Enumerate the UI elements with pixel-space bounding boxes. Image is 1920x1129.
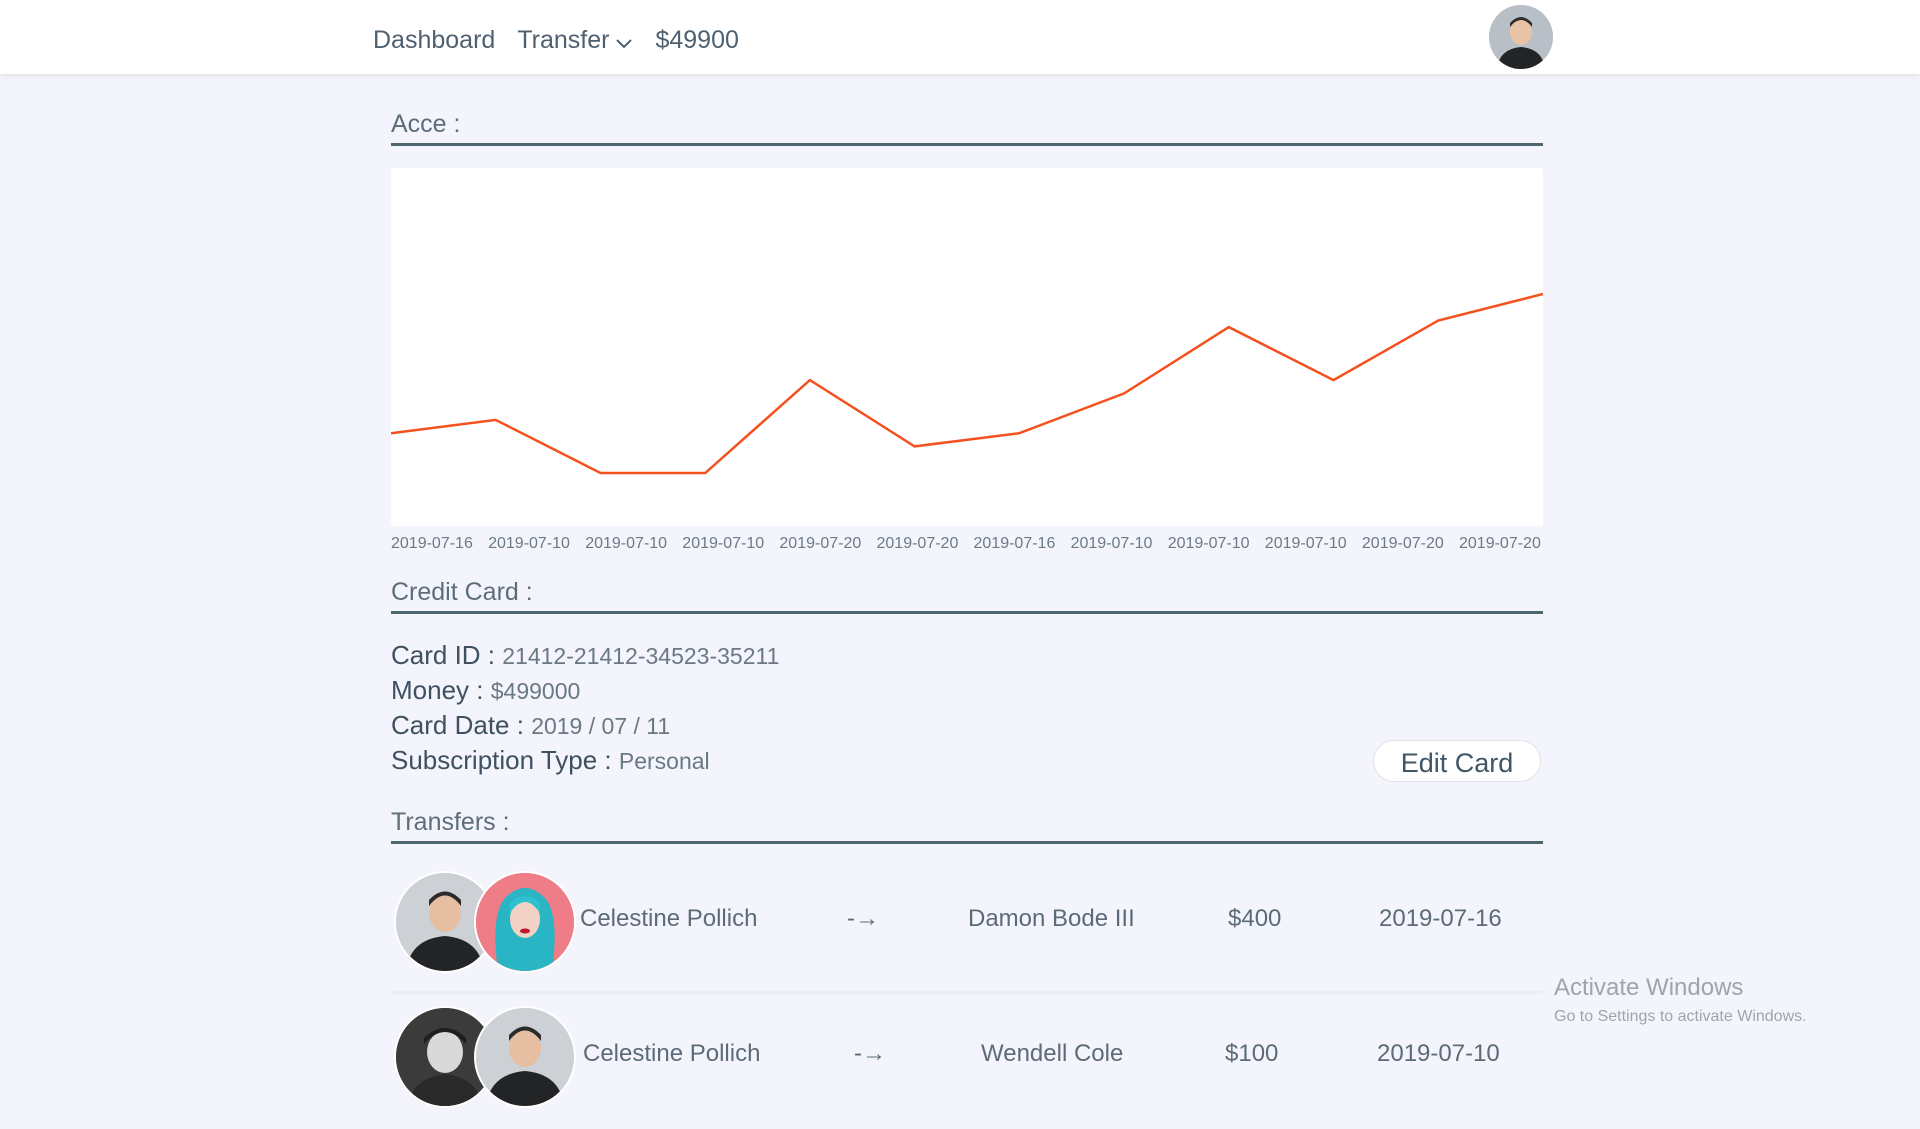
- recipient-avatar: [474, 871, 576, 973]
- transfer-amount: $400: [1228, 905, 1281, 933]
- x-tick-label: 2019-07-10: [682, 535, 764, 553]
- top-navbar: Dashboard Transfer $49900: [0, 0, 1920, 74]
- nav-transfer-label: Transfer: [517, 26, 609, 54]
- transfer-row[interactable]: Celestine Pollich -→ Damon Bode III $400…: [391, 860, 1543, 994]
- card-money-value: $499000: [491, 678, 581, 704]
- account-section-title: Acce :: [391, 110, 1543, 146]
- transfer-from: Celestine Pollich: [580, 905, 757, 933]
- credit-card-section: Credit Card :: [391, 578, 1543, 614]
- card-date-row: Card Date : 2019 / 07 / 11: [391, 708, 779, 743]
- x-tick-label: 2019-07-10: [1071, 535, 1153, 553]
- row-divider: [391, 991, 1543, 994]
- line-chart-svg: [391, 168, 1543, 526]
- card-subscription-label: Subscription Type :: [391, 745, 612, 775]
- card-subscription-row: Subscription Type : Personal: [391, 743, 779, 778]
- x-tick-label: 2019-07-10: [1265, 535, 1347, 553]
- card-subscription-value: Personal: [619, 748, 710, 774]
- card-id-label: Card ID :: [391, 640, 495, 670]
- account-chart: [391, 168, 1543, 526]
- chart-x-axis-labels: 2019-07-16 2019-07-10 2019-07-10 2019-07-10…: [391, 535, 1543, 555]
- transfers-section-title: Transfers :: [391, 808, 1543, 844]
- card-money-label: Money :: [391, 675, 484, 705]
- x-tick-label: 2019-07-16: [974, 535, 1056, 553]
- nav-balance: $49900: [655, 26, 738, 55]
- transfer-arrow-icon: -→: [854, 1040, 886, 1068]
- recipient-avatar: [474, 1006, 576, 1108]
- card-date-value: 2019 / 07 / 11: [531, 713, 670, 739]
- chevron-down-icon: [615, 27, 633, 56]
- user-avatar[interactable]: [1489, 5, 1553, 69]
- card-details: Card ID : 21412-21412-34523-35211 Money …: [391, 638, 779, 778]
- edit-card-button[interactable]: Edit Card: [1373, 740, 1541, 782]
- transfer-from: Celestine Pollich: [583, 1040, 760, 1068]
- nav-transfer-dropdown[interactable]: Transfer: [517, 26, 633, 56]
- transfer-to: Wendell Cole: [981, 1040, 1123, 1068]
- card-money-row: Money : $499000: [391, 673, 779, 708]
- x-tick-label: 2019-07-20: [1459, 535, 1541, 553]
- transfer-date: 2019-07-10: [1377, 1040, 1500, 1068]
- x-tick-label: 2019-07-20: [1362, 535, 1444, 553]
- x-tick-label: 2019-07-10: [585, 535, 667, 553]
- transfer-arrow-icon: -→: [847, 905, 879, 933]
- transfer-amount: $100: [1225, 1040, 1278, 1068]
- transfers-section: Transfers :: [391, 808, 1543, 844]
- x-tick-label: 2019-07-10: [1168, 535, 1250, 553]
- card-id-row: Card ID : 21412-21412-34523-35211: [391, 638, 779, 673]
- card-date-label: Card Date :: [391, 710, 524, 740]
- x-tick-label: 2019-07-10: [488, 535, 570, 553]
- activate-windows-watermark: Activate Windows Go to Settings to activ…: [1554, 974, 1807, 1026]
- transfer-date: 2019-07-16: [1379, 905, 1502, 933]
- chart-series-line: [391, 294, 1543, 473]
- x-tick-label: 2019-07-16: [391, 535, 473, 553]
- transfer-to: Damon Bode III: [968, 905, 1135, 933]
- watermark-subtitle: Go to Settings to activate Windows.: [1554, 1008, 1807, 1026]
- account-section: Acce :: [391, 110, 1543, 146]
- nav-dashboard-link[interactable]: Dashboard: [373, 26, 495, 55]
- watermark-title: Activate Windows: [1554, 974, 1807, 1002]
- transfer-row[interactable]: Celestine Pollich -→ Wendell Cole $100 2…: [391, 995, 1543, 1129]
- x-tick-label: 2019-07-20: [877, 535, 959, 553]
- x-tick-label: 2019-07-20: [779, 535, 861, 553]
- credit-card-section-title: Credit Card :: [391, 578, 1543, 614]
- main-nav: Dashboard Transfer $49900: [373, 26, 739, 56]
- card-id-value: 21412-21412-34523-35211: [502, 643, 779, 669]
